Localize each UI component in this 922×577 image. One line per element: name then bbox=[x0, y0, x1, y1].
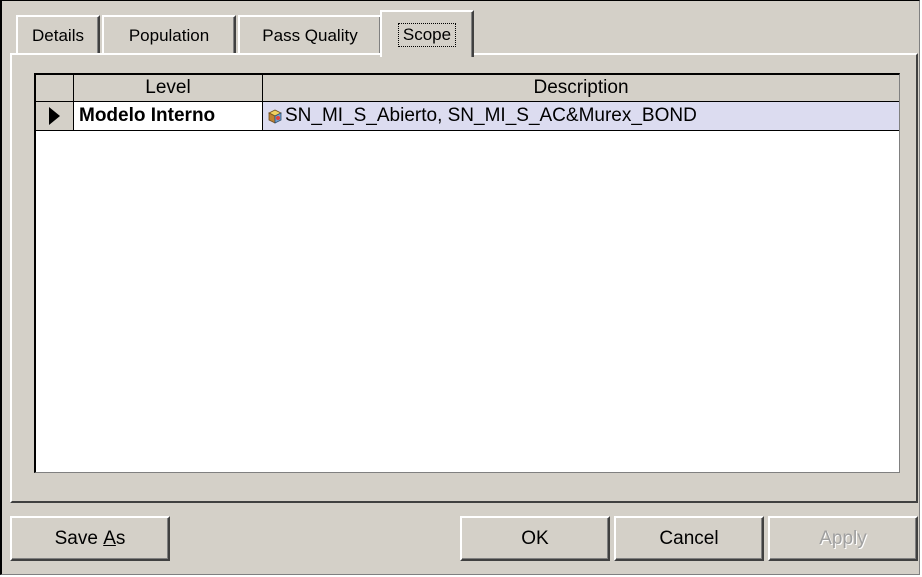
tab-pass-quality-label: Pass Quality bbox=[262, 26, 358, 45]
scope-grid[interactable]: Level Description Modelo Interno SN_MI_S… bbox=[34, 73, 900, 473]
save-as-button[interactable]: Save As bbox=[10, 516, 170, 561]
current-row-arrow-icon bbox=[49, 107, 60, 125]
apply-label: Apply bbox=[819, 527, 867, 549]
row-indicator[interactable] bbox=[36, 102, 74, 130]
description-text: SN_MI_S_Abierto, SN_MI_S_AC&Murex_BOND bbox=[285, 105, 697, 126]
ok-button[interactable]: OK bbox=[460, 516, 610, 561]
tab-details-label: Details bbox=[32, 26, 84, 45]
description-cell[interactable]: SN_MI_S_Abierto, SN_MI_S_AC&Murex_BOND bbox=[263, 102, 899, 130]
row-indicator-header bbox=[36, 75, 74, 101]
save-as-label-pre: Save bbox=[54, 527, 104, 549]
cancel-label: Cancel bbox=[659, 527, 719, 549]
grid-header: Level Description bbox=[36, 75, 899, 102]
table-row[interactable]: Modelo Interno SN_MI_S_Abierto, SN_MI_S_… bbox=[36, 102, 899, 131]
tab-scope[interactable]: Scope bbox=[380, 10, 474, 57]
tab-population[interactable]: Population bbox=[102, 15, 236, 55]
ok-label: OK bbox=[521, 527, 549, 549]
apply-button[interactable]: Apply bbox=[768, 516, 918, 561]
column-header-description[interactable]: Description bbox=[263, 75, 899, 101]
tab-scope-label: Scope bbox=[397, 22, 457, 47]
cube-icon bbox=[267, 108, 283, 124]
column-header-level[interactable]: Level bbox=[74, 75, 263, 101]
tab-details[interactable]: Details bbox=[16, 15, 100, 55]
level-cell[interactable]: Modelo Interno bbox=[74, 102, 263, 130]
tab-pass-quality[interactable]: Pass Quality bbox=[238, 15, 382, 55]
save-as-label-post: s bbox=[115, 527, 126, 549]
cancel-button[interactable]: Cancel bbox=[614, 516, 764, 561]
save-as-label-key: A bbox=[103, 527, 116, 549]
scope-dialog: Details Population Pass Quality Scope Le… bbox=[0, 0, 920, 575]
tab-population-label: Population bbox=[128, 26, 210, 45]
